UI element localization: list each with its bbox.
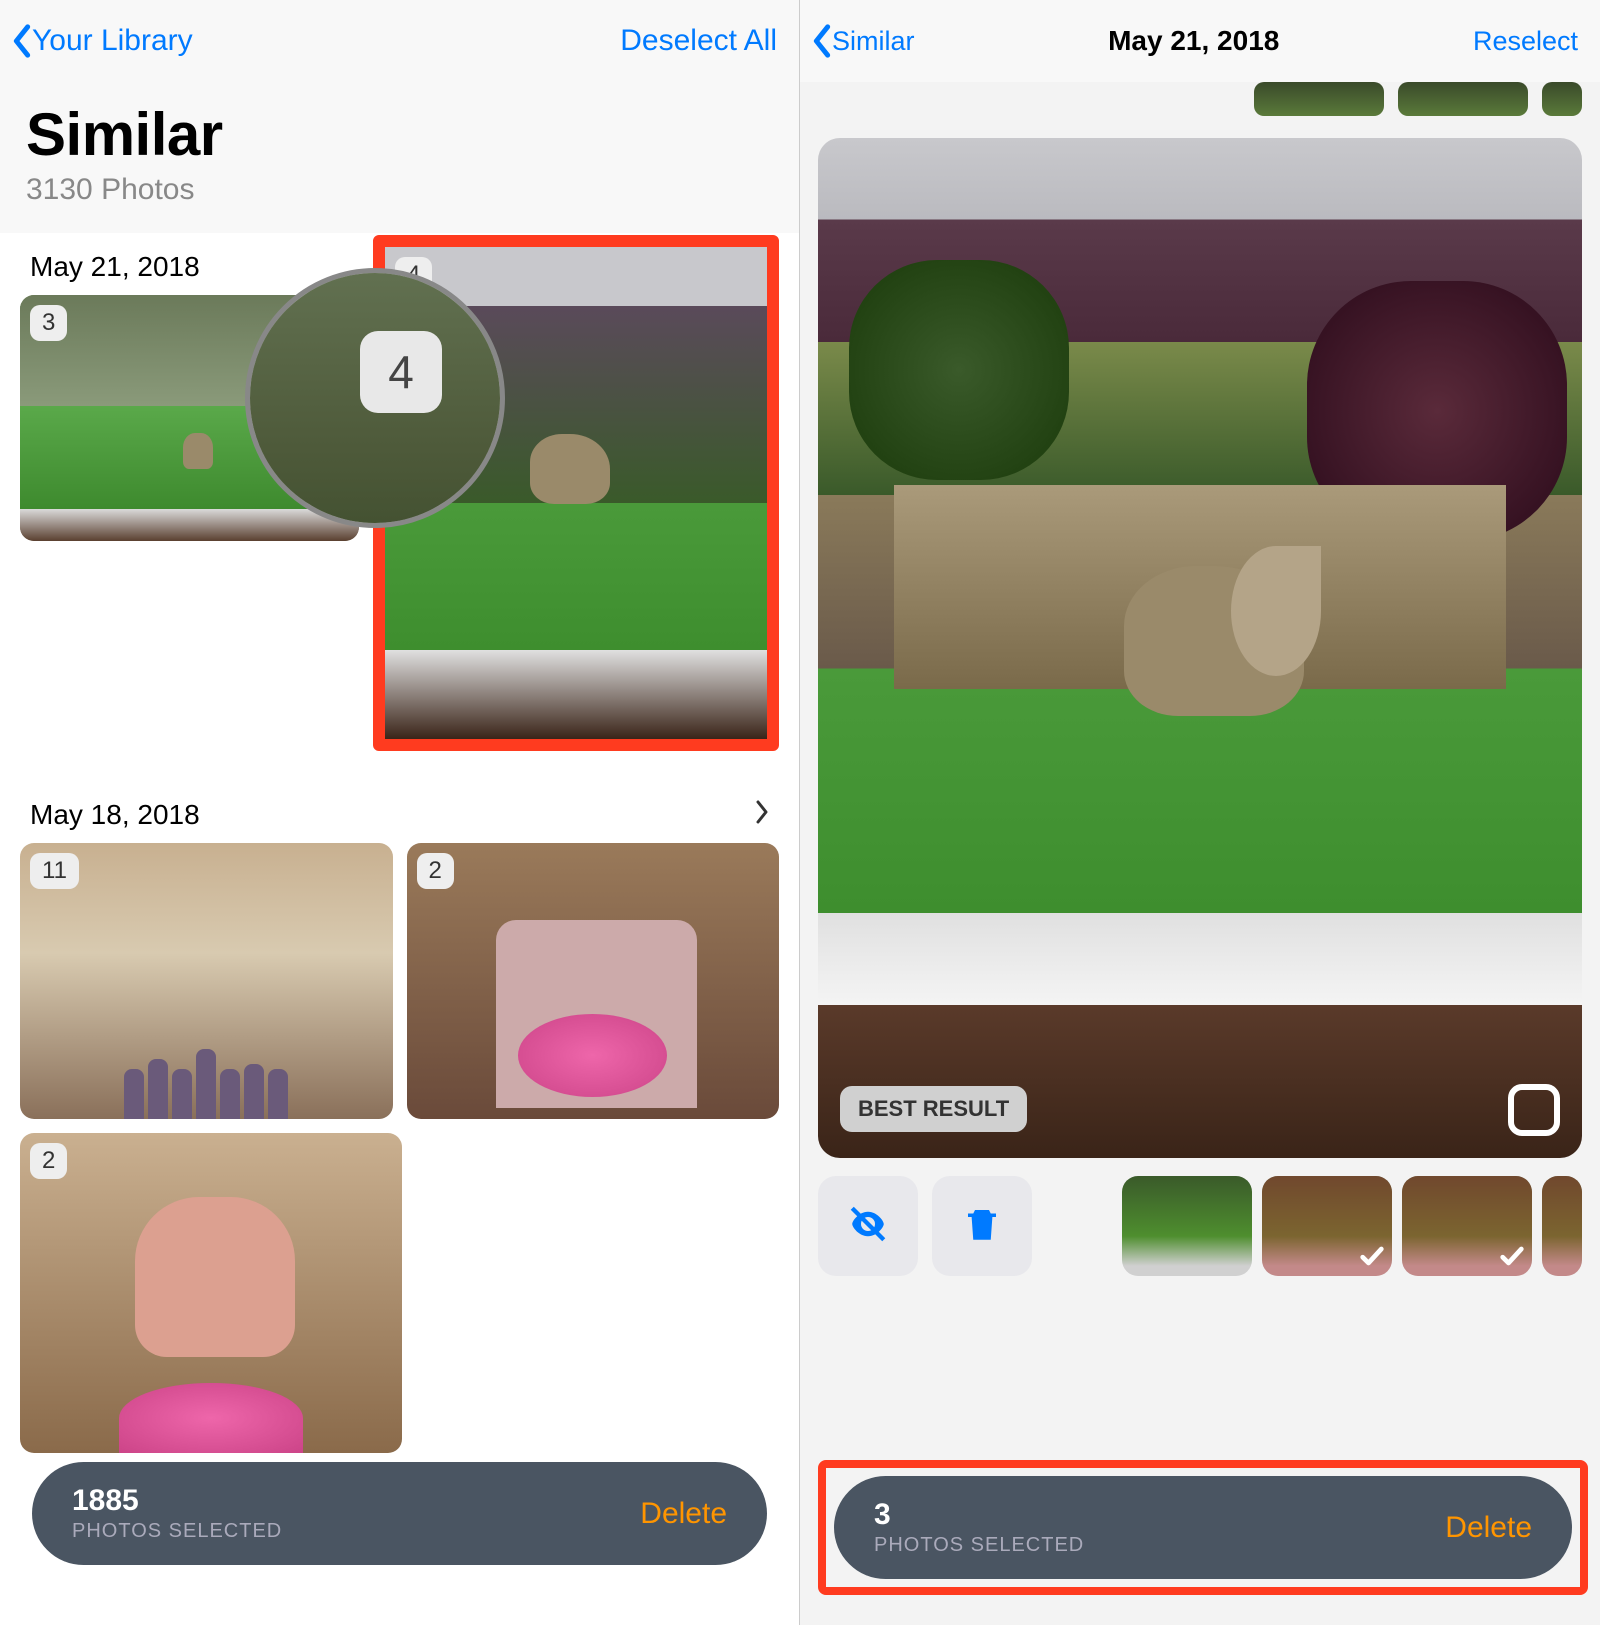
back-button[interactable]: Similar xyxy=(812,24,915,58)
variant-thumb[interactable] xyxy=(1122,1176,1252,1276)
mini-thumb[interactable] xyxy=(1398,82,1528,116)
variant-row xyxy=(1122,1176,1582,1276)
hide-button[interactable] xyxy=(818,1176,918,1276)
trash-icon xyxy=(961,1203,1003,1250)
nav-title: May 21, 2018 xyxy=(1108,25,1279,57)
page-title: Similar xyxy=(26,100,775,169)
chevron-left-icon xyxy=(812,24,832,58)
delete-button[interactable]: Delete xyxy=(640,1497,727,1531)
action-row xyxy=(800,1176,1600,1276)
delete-button[interactable]: Delete xyxy=(1445,1511,1532,1545)
select-checkbox[interactable] xyxy=(1508,1084,1560,1136)
count-badge: 11 xyxy=(30,853,79,889)
variant-thumb[interactable] xyxy=(1262,1176,1392,1276)
selected-count: 3 xyxy=(874,1498,1084,1532)
count-badge: 3 xyxy=(30,305,67,341)
count-badge: 2 xyxy=(417,853,454,889)
selected-count: 1885 xyxy=(72,1484,282,1518)
thumb-row: 11 2 xyxy=(0,843,799,1119)
check-icon xyxy=(1498,1242,1526,1270)
photo-thumb[interactable]: 2 xyxy=(407,843,780,1119)
magnified-count-badge: 4 xyxy=(360,331,442,413)
highlighted-delete-region: 3 PHOTOS SELECTED Delete xyxy=(818,1460,1588,1595)
variant-thumb[interactable] xyxy=(1402,1176,1532,1276)
section-header[interactable]: May 18, 2018 xyxy=(0,781,799,843)
selected-label: PHOTOS SELECTED xyxy=(72,1520,282,1543)
hero-header: Similar 3130 Photos xyxy=(0,82,799,233)
photo-thumb[interactable]: 11 xyxy=(20,843,393,1119)
eye-slash-icon xyxy=(847,1203,889,1250)
back-label: Your Library xyxy=(32,24,193,58)
deselect-all-button[interactable]: Deselect All xyxy=(620,24,777,58)
chevron-right-icon xyxy=(755,799,769,831)
mini-thumb[interactable] xyxy=(1542,82,1582,116)
reselect-button[interactable]: Reselect xyxy=(1473,26,1578,57)
best-result-badge: BEST RESULT xyxy=(840,1086,1027,1132)
navbar: Similar May 21, 2018 Reselect xyxy=(800,0,1600,82)
delete-bar[interactable]: 3 PHOTOS SELECTED Delete xyxy=(834,1476,1572,1579)
thumb-row: 2 xyxy=(0,1133,799,1453)
section-date: May 18, 2018 xyxy=(30,799,200,831)
mini-thumb[interactable] xyxy=(1254,82,1384,116)
navbar: Your Library Deselect All xyxy=(0,0,799,82)
back-label: Similar xyxy=(832,26,915,57)
trash-button[interactable] xyxy=(932,1176,1032,1276)
check-icon xyxy=(1358,1242,1386,1270)
section-date: May 21, 2018 xyxy=(30,251,200,283)
mini-thumb-row xyxy=(800,82,1600,130)
magnifier-overlay: 4 xyxy=(245,268,505,528)
variant-thumb[interactable] xyxy=(1542,1176,1582,1276)
count-badge: 2 xyxy=(30,1143,67,1179)
photo-thumb[interactable]: 2 xyxy=(20,1133,402,1453)
selected-label: PHOTOS SELECTED xyxy=(874,1534,1084,1557)
delete-bar[interactable]: 1885 PHOTOS SELECTED Delete xyxy=(32,1462,767,1565)
back-button[interactable]: Your Library xyxy=(12,24,193,58)
photo-count: 3130 Photos xyxy=(26,173,775,225)
screen-photo-detail: Similar May 21, 2018 Reselect BEST RESUL… xyxy=(800,0,1600,1625)
screen-similar-list: Your Library Deselect All Similar 3130 P… xyxy=(0,0,800,1625)
main-photo[interactable]: BEST RESULT xyxy=(818,138,1582,1158)
chevron-left-icon xyxy=(12,24,32,58)
